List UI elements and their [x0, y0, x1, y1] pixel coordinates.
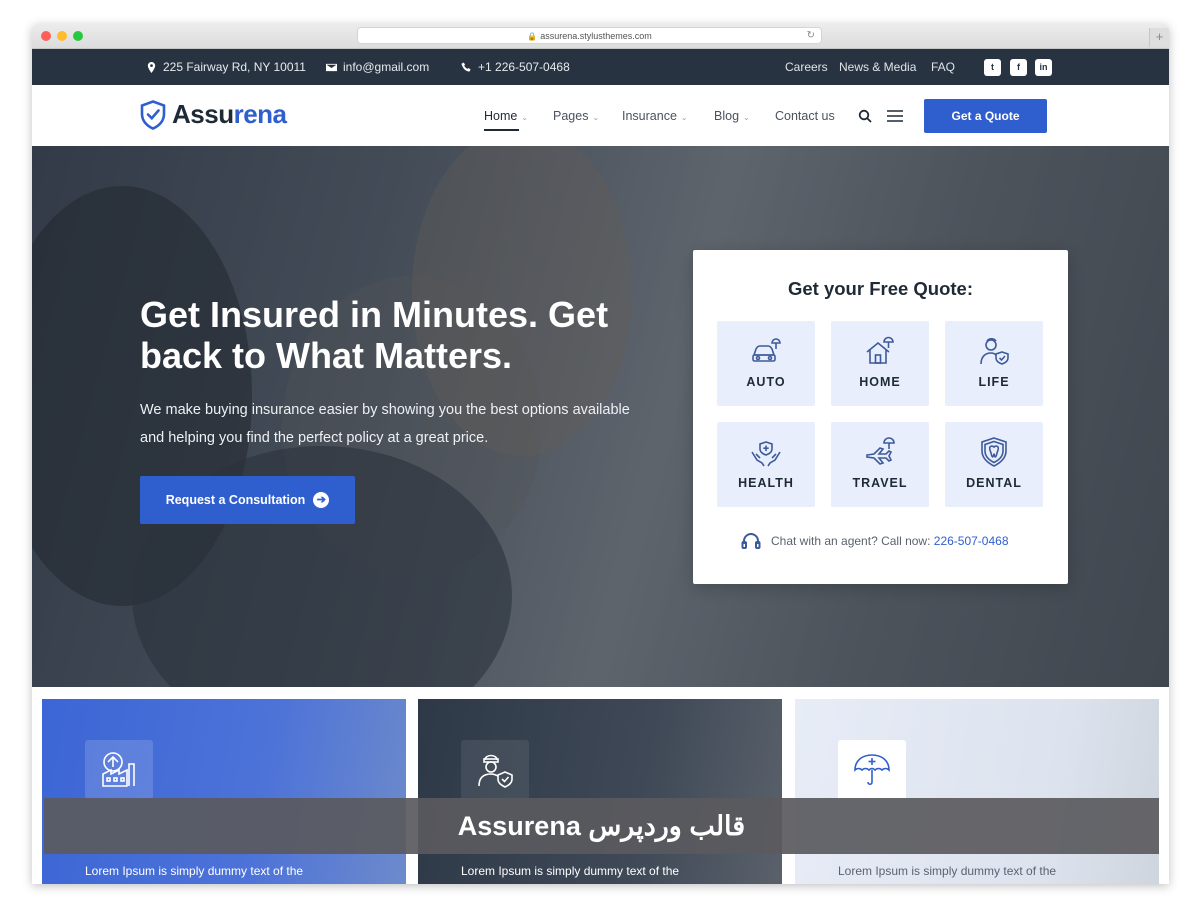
factory-icon — [102, 752, 135, 787]
quote-tile-home[interactable]: HOME — [831, 321, 929, 406]
feature-card[interactable]: Lorem Ipsum is simply dummy text of the — [795, 699, 1159, 884]
nav-contact[interactable]: Contact us — [775, 109, 835, 123]
chat-prompt: Chat with an agent? Call now: — [771, 534, 934, 548]
arrow-right-icon: ➔ — [313, 492, 330, 508]
browser-window: 🔒 assurena.stylusthemes.com ↻ + 225 Fairw… — [32, 24, 1169, 884]
email-text: info@gmail.com — [343, 60, 430, 74]
faq-link[interactable]: FAQ — [931, 60, 955, 74]
hero-title: Get Insured in Minutes. Get back to What… — [140, 294, 609, 376]
nav-contact-label: Contact us — [775, 109, 835, 123]
quote-tile-home-label: HOME — [859, 375, 901, 389]
feature-text: Lorem Ipsum is simply dummy text of the — [85, 864, 304, 878]
logo-prefix: Assu — [172, 99, 234, 129]
free-quote-title: Get your Free Quote: — [787, 278, 974, 299]
quote-tile-auto[interactable]: AUTO — [717, 321, 815, 406]
feature-text: Lorem Ipsum is simply dummy text of the — [461, 864, 680, 878]
feature-card[interactable]: Lorem Ipsum is simply dummy text of the — [418, 699, 782, 884]
feature-icon-box — [838, 740, 906, 800]
hero-section: Get Insured in Minutes. Get back to What… — [32, 146, 1169, 687]
house-icon — [866, 336, 894, 364]
chat-text: Chat with an agent? Call now: 226-507-04… — [771, 534, 1009, 548]
tooth-shield-icon — [981, 437, 1007, 467]
phone-text: +1 226-507-0468 — [478, 60, 570, 74]
features-section: Lorem Ipsum is simply dummy text of the … — [32, 687, 1169, 884]
url-text: assurena.stylusthemes.com — [540, 31, 652, 41]
person-shield-icon — [980, 337, 1009, 365]
car-icon — [752, 338, 781, 362]
site-logo[interactable]: Assurena — [140, 99, 287, 130]
headset-icon — [741, 533, 761, 549]
chevron-down-icon: ⌄ — [680, 113, 688, 122]
browser-chrome: 🔒 assurena.stylusthemes.com ↻ + — [32, 24, 1169, 49]
feature-card[interactable]: Lorem Ipsum is simply dummy text of the — [42, 699, 406, 884]
logo-wordmark: Assurena — [172, 99, 287, 130]
feature-icon-box — [85, 740, 153, 800]
careers-link[interactable]: Careers — [785, 60, 828, 74]
nav-home-label: Home — [484, 109, 518, 123]
agent-shield-icon — [478, 754, 513, 788]
feature-text: Lorem Ipsum is simply dummy text of the — [838, 864, 1057, 878]
minimize-window-button[interactable] — [57, 31, 67, 41]
airplane-icon — [866, 437, 895, 465]
close-window-button[interactable] — [41, 31, 51, 41]
chevron-down-icon: ⌄ — [521, 113, 529, 122]
quote-tile-health[interactable]: HEALTH — [717, 422, 815, 507]
active-nav-underline — [484, 129, 519, 131]
reload-icon[interactable]: ↻ — [807, 28, 815, 44]
new-tab-button[interactable]: + — [1149, 28, 1169, 47]
caption-banner: قالب وردپرس Assurena — [44, 798, 1159, 854]
maximize-window-button[interactable] — [73, 31, 83, 41]
quote-tile-health-label: HEALTH — [738, 476, 794, 490]
nav-insurance-label: Insurance — [622, 109, 677, 123]
nav-pages[interactable]: Pages ⌄ — [553, 109, 599, 123]
lock-icon: 🔒 — [527, 32, 538, 41]
feature-icon-box — [461, 740, 529, 800]
quote-tile-travel[interactable]: TRAVEL — [831, 422, 929, 507]
request-consultation-label: Request a Consultation — [165, 493, 306, 507]
envelope-icon — [326, 63, 337, 71]
chat-with-agent: Chat with an agent? Call now: 226-507-04… — [741, 532, 1009, 550]
nav-home[interactable]: Home ⌄ — [484, 109, 528, 123]
address-info: 225 Fairway Rd, NY 10011 — [146, 60, 306, 74]
nav-blog[interactable]: Blog ⌄ — [714, 109, 750, 123]
hamburger-menu-icon[interactable] — [887, 109, 903, 123]
linkedin-icon[interactable]: in — [1035, 59, 1052, 76]
quote-tile-auto-label: AUTO — [746, 375, 786, 389]
nav-pages-label: Pages — [553, 109, 589, 123]
phone-icon — [461, 61, 471, 72]
main-navigation: Assurena Home ⌄ Pages ⌄ Insurance ⌄ Blog ⌄ C… — [32, 85, 1169, 146]
phone-info[interactable]: +1 226-507-0468 — [461, 60, 570, 74]
shield-check-icon — [140, 99, 166, 130]
facebook-icon[interactable]: f — [1010, 59, 1027, 76]
quote-tile-travel-label: TRAVEL — [852, 476, 908, 490]
top-info-bar: 225 Fairway Rd, NY 10011 info@gmail.com … — [32, 49, 1169, 85]
logo-suffix: rena — [233, 99, 287, 129]
twitter-icon[interactable]: t — [984, 59, 1001, 76]
quote-tile-life-label: LIFE — [978, 375, 1010, 389]
address-text: 225 Fairway Rd, NY 10011 — [163, 60, 306, 74]
map-pin-icon — [147, 61, 156, 73]
quote-tile-dental[interactable]: DENTAL — [945, 422, 1043, 507]
chevron-down-icon: ⌄ — [592, 113, 600, 122]
chat-phone-link[interactable]: 226-507-0468 — [934, 534, 1009, 548]
chevron-down-icon: ⌄ — [743, 113, 750, 122]
nav-blog-label: Blog — [714, 109, 740, 123]
address-bar[interactable]: 🔒 assurena.stylusthemes.com ↻ — [357, 27, 822, 44]
quote-tile-life[interactable]: LIFE — [945, 321, 1043, 406]
get-a-quote-button[interactable]: Get a Quote — [924, 99, 1047, 133]
nav-insurance[interactable]: Insurance ⌄ — [622, 109, 688, 123]
email-info[interactable]: info@gmail.com — [326, 60, 429, 74]
news-media-link[interactable]: News & Media — [839, 60, 916, 74]
free-quote-card: Get your Free Quote: AUTO HOME LIFE HEAL… — [693, 250, 1068, 584]
search-icon[interactable] — [858, 109, 872, 123]
quote-tile-dental-label: DENTAL — [966, 476, 1022, 490]
hero-subtitle: We make buying insurance easier by showi… — [140, 402, 630, 446]
hands-heart-icon — [751, 441, 781, 467]
umbrella-icon — [854, 754, 890, 786]
request-consultation-button[interactable]: Request a Consultation ➔ — [140, 476, 355, 524]
